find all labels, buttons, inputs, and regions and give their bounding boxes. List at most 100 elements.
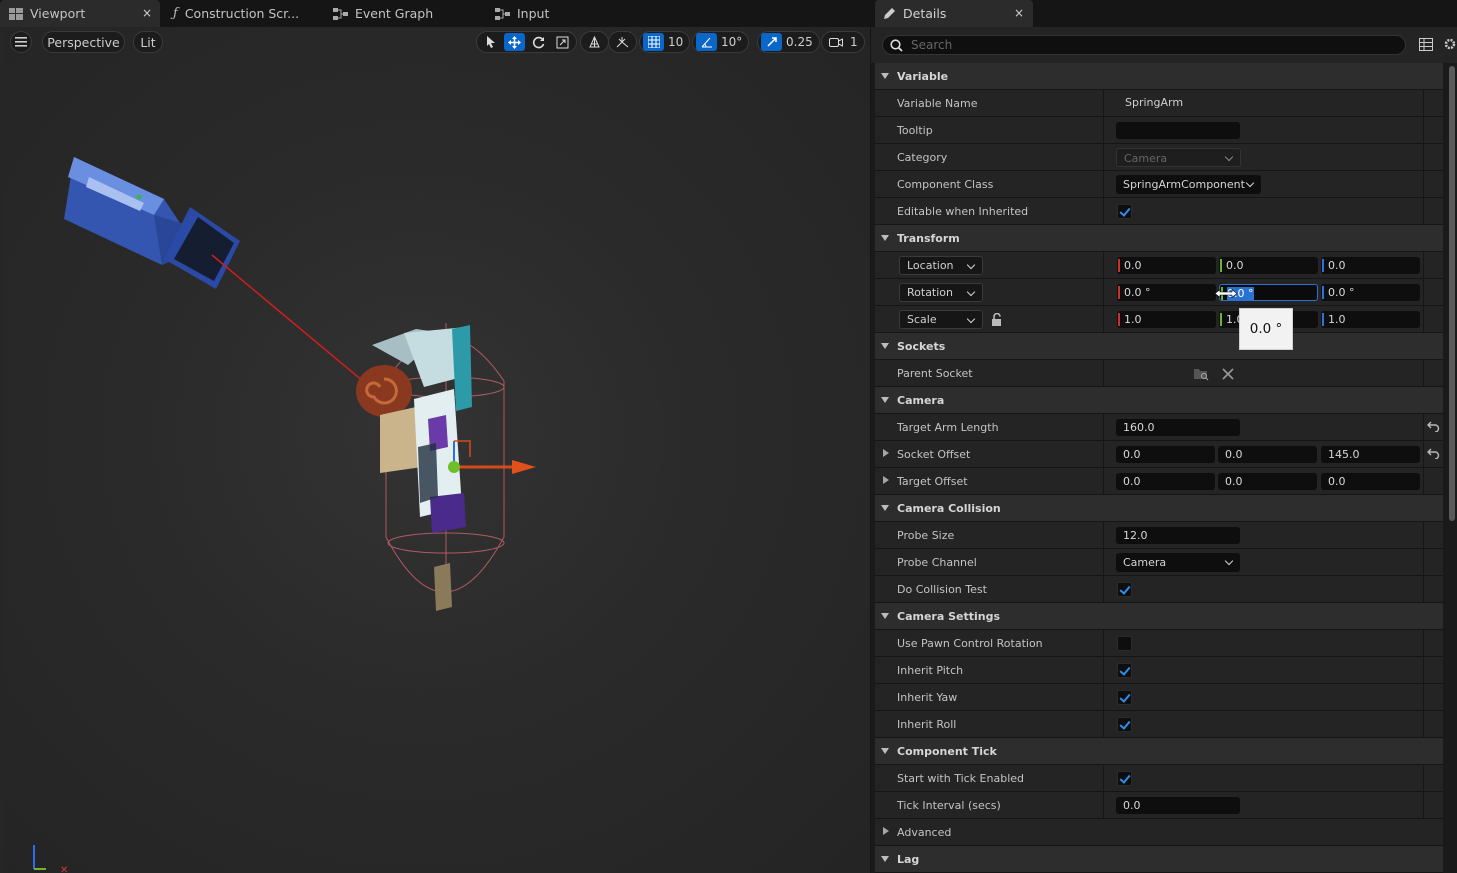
expand-arrow-icon[interactable]	[883, 827, 889, 835]
scale-z-field[interactable]: 1.0	[1321, 311, 1420, 328]
category-camera-settings[interactable]: Camera Settings	[875, 603, 1443, 630]
inherit-yaw-checkbox[interactable]	[1117, 690, 1132, 705]
prop-component-class: Component Class SpringArmComponent	[875, 171, 1443, 198]
reset-arrow-icon[interactable]	[1427, 421, 1440, 432]
browse-folder-icon[interactable]	[1193, 367, 1209, 381]
probe-channel-dropdown[interactable]: Camera	[1116, 553, 1240, 572]
camera-speed-value[interactable]: 1	[849, 35, 861, 49]
tooltip-input[interactable]	[1116, 122, 1240, 139]
surface-snap-button[interactable]	[612, 33, 633, 51]
socket-offset-z-field[interactable]: 145.0	[1321, 446, 1420, 463]
category-label: Lag	[897, 853, 920, 866]
pencil-icon	[884, 8, 895, 19]
inherit-pitch-checkbox[interactable]	[1117, 663, 1132, 678]
variable-name-field[interactable]: SpringArm	[1125, 96, 1183, 109]
inherit-roll-checkbox[interactable]	[1117, 717, 1132, 732]
category-variable[interactable]: Variable	[875, 63, 1443, 90]
tab-viewport[interactable]: Viewport ×	[0, 0, 160, 27]
prop-target-arm-length: Target Arm Length 160.0	[875, 414, 1443, 441]
probe-size-input[interactable]: 12.0	[1116, 527, 1240, 544]
rotation-snap-value[interactable]: 10°	[720, 35, 745, 49]
editable-when-inherited-checkbox[interactable]	[1117, 204, 1132, 219]
category-transform[interactable]: Transform	[875, 225, 1443, 252]
prop-label: Probe Size	[897, 529, 955, 542]
tick-interval-input[interactable]: 0.0	[1116, 797, 1240, 814]
scale-mode-dropdown[interactable]: Scale	[899, 310, 983, 329]
category-component-tick[interactable]: Component Tick	[875, 738, 1443, 765]
prop-inherit-pitch: Inherit Pitch	[875, 657, 1443, 684]
category-label: Component Tick	[897, 745, 997, 758]
settings-gear-icon[interactable]	[1443, 37, 1457, 51]
scale-tool-button[interactable]	[552, 33, 573, 51]
rotate-tool-button[interactable]	[528, 33, 549, 51]
socket-offset-x-field[interactable]: 0.0	[1116, 446, 1215, 463]
camera-speed-button[interactable]	[825, 33, 846, 51]
do-collision-test-checkbox[interactable]	[1117, 582, 1132, 597]
location-mode-dropdown[interactable]: Location	[899, 256, 983, 275]
tab-input[interactable]: Input	[486, 0, 644, 27]
rotation-x-field[interactable]: 0.0 °	[1117, 284, 1216, 301]
lit-mode-button[interactable]: Lit	[133, 31, 163, 53]
translate-tool-button[interactable]	[504, 33, 525, 51]
category-camera[interactable]: Camera	[875, 387, 1443, 414]
tab-input-label: Input	[517, 6, 550, 21]
unlock-icon[interactable]	[990, 313, 1004, 327]
angle-icon	[701, 37, 712, 48]
target-offset-z-field[interactable]: 0.0	[1321, 473, 1420, 490]
perspective-button[interactable]: Perspective	[42, 31, 125, 53]
scale-x-field[interactable]: 1.0	[1117, 311, 1216, 328]
scale-snap-group: 0.25	[757, 31, 820, 53]
component-class-dropdown[interactable]: SpringArmComponent	[1116, 175, 1261, 194]
details-tab-bar: Details ×	[871, 0, 1457, 27]
tab-event-graph[interactable]: Event Graph	[324, 0, 482, 27]
location-z-field[interactable]: 0.0	[1321, 257, 1420, 274]
location-x-field[interactable]: 0.0	[1117, 257, 1216, 274]
prop-probe-channel: Probe Channel Camera	[875, 549, 1443, 576]
prop-label: Inherit Yaw	[897, 691, 958, 704]
rotation-snap-group: 10°	[692, 31, 750, 53]
rotation-z-field[interactable]: 0.0 °	[1321, 284, 1420, 301]
world-space-button[interactable]	[584, 33, 605, 51]
target-arm-length-input[interactable]: 160.0	[1116, 419, 1240, 436]
details-scrollbar[interactable]	[1449, 66, 1455, 521]
target-offset-y-field[interactable]: 0.0	[1218, 473, 1317, 490]
scene-render: ✕	[33, 157, 536, 873]
expand-arrow-icon[interactable]	[883, 476, 889, 484]
rotation-snap-toggle[interactable]	[696, 33, 717, 51]
reset-arrow-icon[interactable]	[1427, 448, 1440, 459]
start-with-tick-enabled-checkbox[interactable]	[1117, 771, 1132, 786]
chevron-down-icon	[966, 260, 976, 270]
prop-advanced[interactable]: Advanced	[875, 819, 1443, 846]
socket-offset-y-field[interactable]: 0.0	[1218, 446, 1317, 463]
category-dropdown[interactable]: Camera	[1116, 148, 1241, 167]
camera-icon	[828, 37, 843, 47]
scale-snap-toggle[interactable]	[761, 33, 782, 51]
use-pawn-control-rotation-checkbox[interactable]	[1117, 636, 1132, 651]
close-icon[interactable]: ×	[142, 6, 152, 20]
viewport-icon	[9, 7, 23, 20]
viewport-menu-button[interactable]	[10, 31, 32, 53]
transform-tools-group	[476, 31, 577, 53]
tab-details[interactable]: Details ×	[875, 0, 1033, 27]
category-camera-collision[interactable]: Camera Collision	[875, 495, 1443, 522]
scale-snap-value[interactable]: 0.25	[785, 35, 816, 49]
chevron-down-icon	[1224, 556, 1234, 566]
prop-label: Advanced	[897, 826, 952, 839]
table-view-icon[interactable]	[1419, 38, 1433, 51]
rotation-mode-dropdown[interactable]: Rotation	[899, 283, 983, 302]
grid-snap-value[interactable]: 10	[667, 35, 686, 49]
clear-x-icon[interactable]	[1222, 368, 1234, 380]
target-offset-x-field[interactable]: 0.0	[1116, 473, 1215, 490]
category-sockets[interactable]: Sockets	[875, 333, 1443, 360]
select-tool-button[interactable]	[480, 33, 501, 51]
location-y-field[interactable]: 0.0	[1219, 257, 1318, 274]
3d-viewport[interactable]: ✕ Perspective Lit	[4, 27, 870, 873]
prop-tooltip: Tooltip	[875, 117, 1443, 144]
search-input[interactable]	[911, 38, 1391, 52]
expand-arrow-icon[interactable]	[883, 449, 889, 457]
prop-variable-name: Variable Name SpringArm	[875, 90, 1443, 117]
grid-snap-toggle[interactable]	[643, 33, 664, 51]
category-lag[interactable]: Lag	[875, 846, 1443, 873]
close-icon[interactable]: ×	[1014, 6, 1024, 20]
tab-construction-script[interactable]: ƒ Construction Scr...	[164, 0, 322, 27]
